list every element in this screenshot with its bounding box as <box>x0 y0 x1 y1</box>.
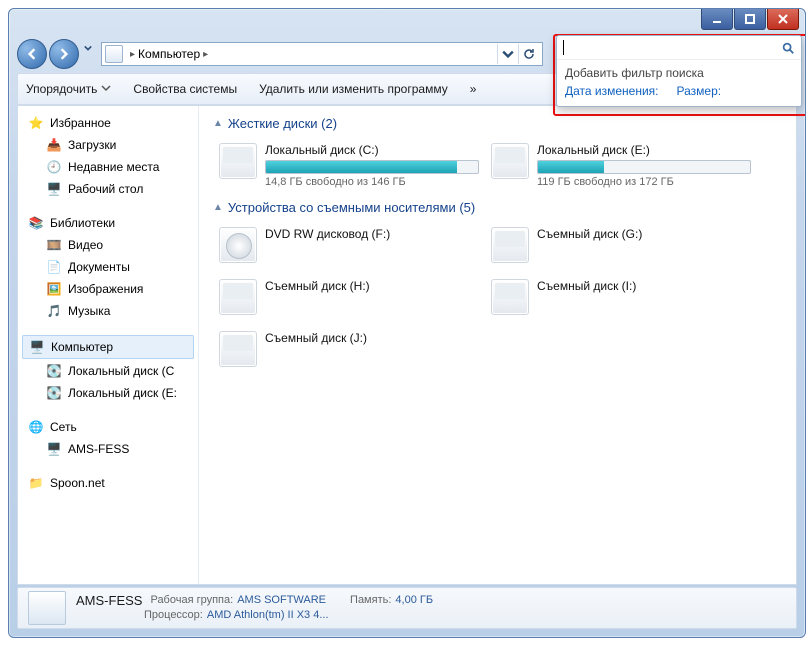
drive-icon: 💽 <box>46 385 62 401</box>
sidebar-item-downloads[interactable]: 📥Загрузки <box>18 134 198 156</box>
explorer-window: ▸ Компьютер ▸ Добавить фильтр поиска <box>8 8 806 638</box>
search-filter-popup: Добавить фильтр поиска Дата изменения: Р… <box>556 35 802 107</box>
sidebar-item-drive-c[interactable]: 💽Локальный диск (С <box>18 360 198 382</box>
drive-icon: 💽 <box>46 363 62 379</box>
host-name: AMS-FESS <box>76 593 142 608</box>
download-icon: 📥 <box>46 137 62 153</box>
cpu-label: Процессор: <box>144 608 203 623</box>
removable-drive-icon <box>219 279 257 315</box>
memory-value: 4,00 ГБ <box>395 593 433 608</box>
breadcrumb[interactable]: Компьютер <box>138 47 200 61</box>
removable-drive-icon <box>491 279 529 315</box>
sidebar-item-drive-e[interactable]: 💽Локальный диск (E: <box>18 382 198 404</box>
removable-drive-icon <box>491 227 529 263</box>
sidebar-item-desktop[interactable]: 🖥️Рабочий стол <box>18 178 198 200</box>
free-space: 119 ГБ свободно из 172 ГБ <box>537 176 751 188</box>
close-button[interactable] <box>767 9 799 30</box>
uninstall-programs-button[interactable]: Удалить или изменить программу <box>259 82 448 96</box>
video-icon: 🎞️ <box>46 237 62 253</box>
computer-icon: 🖥️ <box>29 339 45 355</box>
text-cursor <box>563 40 564 55</box>
removable-drive-icon <box>219 331 257 367</box>
drive-g[interactable]: Съемный диск (G:) <box>485 223 757 267</box>
drive-label: Съемный диск (J:) <box>265 331 479 345</box>
hard-drive-icon <box>491 143 529 179</box>
drive-h[interactable]: Съемный диск (H:) <box>213 275 485 319</box>
section-removable[interactable]: ▲ Устройства со съемными носителями (5) <box>213 200 782 215</box>
music-icon: 🎵 <box>46 303 62 319</box>
drive-label: Съемный диск (G:) <box>537 227 751 241</box>
breadcrumb-separator-icon: ▸ <box>130 49 135 60</box>
cpu-value: AMD Athlon(tm) II X3 4... <box>207 608 329 623</box>
drive-label: Съемный диск (I:) <box>537 279 751 293</box>
breadcrumb-separator-icon: ▸ <box>203 49 208 60</box>
navigation-pane: ⭐ Избранное 📥Загрузки 🕘Недавние места 🖥️… <box>18 106 199 584</box>
workgroup-label: Рабочая группа: <box>150 593 233 608</box>
drive-label: Локальный диск (C:) <box>265 143 479 157</box>
maximize-button[interactable] <box>734 9 766 30</box>
collapse-icon: ▲ <box>213 118 223 129</box>
desktop-icon: 🖥️ <box>46 181 62 197</box>
document-icon: 📄 <box>46 259 62 275</box>
capacity-bar <box>537 160 751 174</box>
sidebar-item-music[interactable]: 🎵Музыка <box>18 300 198 322</box>
details-pane: AMS-FESS Рабочая группа: AMS SOFTWARE Па… <box>17 587 797 629</box>
hard-drive-icon <box>219 143 257 179</box>
computer-icon <box>105 45 123 63</box>
sidebar-item-network-host[interactable]: 🖥️AMS-FESS <box>18 438 198 460</box>
collapse-icon: ▲ <box>213 202 223 213</box>
drive-dvd[interactable]: DVD RW дисковод (F:) <box>213 223 485 267</box>
chevron-down-icon <box>101 82 111 96</box>
sidebar-item-documents[interactable]: 📄Документы <box>18 256 198 278</box>
libraries-group[interactable]: 📚Библиотеки <box>18 212 198 234</box>
sidebar-item-videos[interactable]: 🎞️Видео <box>18 234 198 256</box>
window-controls <box>700 9 799 30</box>
favorites-group[interactable]: ⭐ Избранное <box>18 112 198 134</box>
free-space: 14,8 ГБ свободно из 146 ГБ <box>265 176 479 188</box>
filter-date-modified[interactable]: Дата изменения: <box>565 84 659 98</box>
filter-size[interactable]: Размер: <box>677 84 722 98</box>
workgroup-value: AMS SOFTWARE <box>237 593 326 608</box>
address-dropdown-button[interactable] <box>497 44 518 64</box>
back-button[interactable] <box>17 39 47 69</box>
sidebar-item-recent[interactable]: 🕘Недавние места <box>18 156 198 178</box>
drive-j[interactable]: Съемный диск (J:) <box>213 327 485 371</box>
drive-label: DVD RW дисковод (F:) <box>265 227 479 241</box>
main-view: ▲ Жесткие диски (2) Локальный диск (C:) … <box>199 106 796 584</box>
forward-button[interactable] <box>49 39 79 69</box>
computer-icon <box>28 591 66 625</box>
libraries-icon: 📚 <box>28 215 44 231</box>
organize-menu[interactable]: Упорядочить <box>26 82 111 96</box>
section-hard-drives[interactable]: ▲ Жесткие диски (2) <box>213 116 782 131</box>
drive-label: Съемный диск (H:) <box>265 279 479 293</box>
network-group[interactable]: 🌐Сеть <box>18 416 198 438</box>
network-icon: 🌐 <box>28 419 44 435</box>
search-filter-title: Добавить фильтр поиска <box>565 66 793 80</box>
sidebar-item-pictures[interactable]: 🖼️Изображения <box>18 278 198 300</box>
drive-i[interactable]: Съемный диск (I:) <box>485 275 757 319</box>
folder-icon: 📁 <box>28 475 44 491</box>
recent-icon: 🕘 <box>46 159 62 175</box>
computer-group[interactable]: 🖥️Компьютер <box>22 335 194 359</box>
address-bar[interactable]: ▸ Компьютер ▸ <box>101 42 543 66</box>
sidebar-item-spoon[interactable]: 📁Spoon.net <box>18 472 198 494</box>
nav-history-dropdown[interactable] <box>81 39 95 57</box>
search-icon[interactable] <box>781 41 795 55</box>
toolbar-overflow[interactable]: » <box>470 82 477 96</box>
picture-icon: 🖼️ <box>46 281 62 297</box>
minimize-button[interactable] <box>701 9 733 30</box>
drive-label: Локальный диск (E:) <box>537 143 751 157</box>
drive-c[interactable]: Локальный диск (C:) 14,8 ГБ свободно из … <box>213 139 485 192</box>
system-properties-button[interactable]: Свойства системы <box>133 82 237 96</box>
capacity-bar <box>265 160 479 174</box>
memory-label: Память: <box>350 593 391 608</box>
dvd-drive-icon <box>219 227 257 263</box>
star-icon: ⭐ <box>28 115 44 131</box>
refresh-button[interactable] <box>518 44 539 64</box>
computer-icon: 🖥️ <box>46 441 62 457</box>
content-area: ⭐ Избранное 📥Загрузки 🕘Недавние места 🖥️… <box>17 105 797 585</box>
drive-e[interactable]: Локальный диск (E:) 119 ГБ свободно из 1… <box>485 139 757 192</box>
